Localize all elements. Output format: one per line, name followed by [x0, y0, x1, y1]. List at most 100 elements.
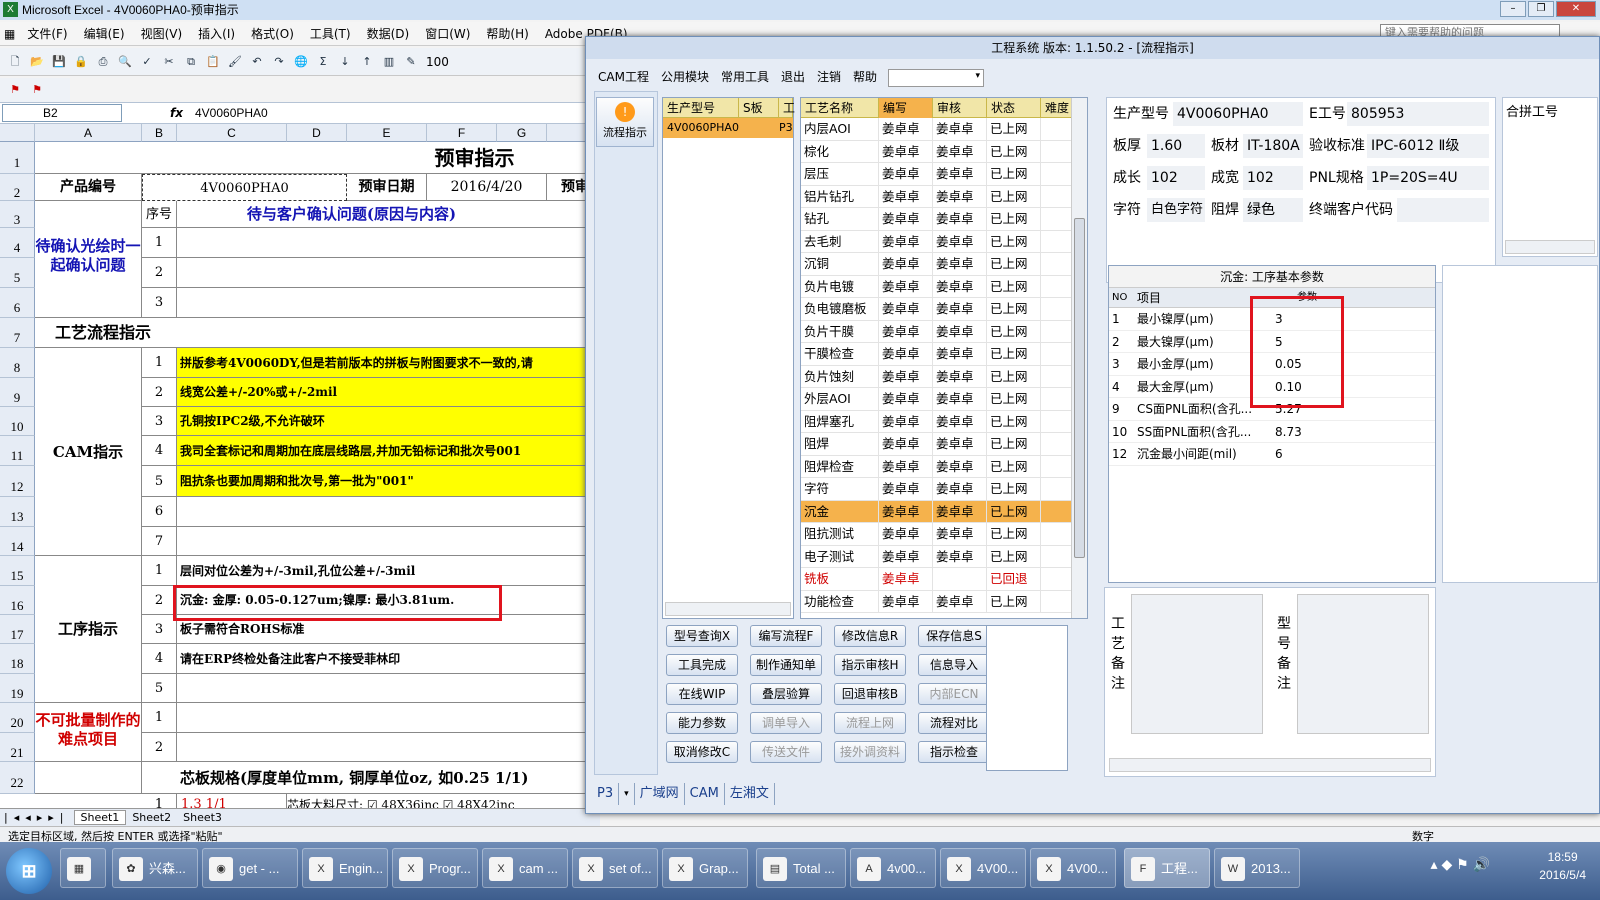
action-button[interactable]: 流程上网	[834, 712, 906, 734]
info-e-value[interactable]: 805953	[1347, 102, 1489, 126]
param-row[interactable]: 12 沉金最小间距(mil) 6	[1109, 443, 1435, 466]
cut-icon[interactable]: ✂	[160, 53, 178, 71]
row-header[interactable]: 20	[0, 703, 35, 733]
row-header[interactable]: 2	[0, 174, 35, 201]
sort-descending-icon[interactable]: ↑	[358, 53, 376, 71]
taskbar-button[interactable]: X Engin...	[302, 848, 388, 888]
process-row[interactable]: 沉铜 姜卓卓 姜卓卓 已上网	[801, 253, 1087, 276]
sort-ascending-icon[interactable]: ↓	[336, 53, 354, 71]
process-row[interactable]: 铣板 姜卓卓 已回退	[801, 568, 1087, 591]
col-header-b[interactable]: B	[142, 124, 177, 142]
taskbar-button[interactable]: X Grap...	[662, 848, 748, 888]
restore-button[interactable]: ❐	[1528, 1, 1554, 17]
action-button[interactable]: 编写流程F	[750, 625, 822, 647]
sheet-nav-arrows[interactable]: |◂◂▸▸|	[0, 811, 74, 824]
menu-view[interactable]: 视图(V)	[133, 22, 191, 46]
taskbar-button[interactable]: X 4V00...	[940, 848, 1026, 888]
taskbar-button[interactable]: F 工程...	[1124, 848, 1210, 888]
process-row[interactable]: 外层AOI 姜卓卓 姜卓卓 已上网	[801, 388, 1087, 411]
action-button[interactable]: 接外调资料	[834, 741, 906, 763]
action-button[interactable]: 内部ECN	[918, 683, 990, 705]
process-row[interactable]: 功能检查 姜卓卓 姜卓卓 已上网	[801, 590, 1087, 613]
eng-menu-public[interactable]: 公用模块	[655, 65, 715, 89]
chevron-down-icon[interactable]: ▾	[619, 783, 635, 805]
side-flow-button[interactable]: ! 流程指示	[596, 97, 654, 147]
row-header[interactable]: 7	[0, 318, 35, 348]
model-remark-input[interactable]	[1297, 594, 1429, 734]
eng-combo-select[interactable]: ▾	[888, 69, 984, 87]
process-row[interactable]: 内层AOI 姜卓卓 姜卓卓 已上网	[801, 118, 1087, 141]
menu-insert[interactable]: 插入(I)	[190, 22, 243, 46]
info-char-value[interactable]: 白色字符	[1147, 198, 1205, 222]
status-tab-user[interactable]: 左湘文	[725, 783, 775, 805]
status-tab-cam[interactable]: CAM	[685, 783, 725, 805]
col-header-g[interactable]: G	[497, 124, 547, 142]
action-button[interactable]: 修改信息R	[834, 625, 906, 647]
row-header[interactable]: 5	[0, 258, 35, 288]
system-tray[interactable]: ▴ ◆ ⚑ 🔊	[1431, 856, 1490, 873]
row-header[interactable]: 9	[0, 378, 35, 407]
row-header[interactable]: 6	[0, 288, 35, 318]
format-painter-icon[interactable]: 🖌	[226, 53, 244, 71]
workbook-icon[interactable]: ▦	[0, 22, 19, 46]
process-list[interactable]: 工艺名称 编写 审核 状态 难度 内层AOI 姜卓卓 姜卓卓 已上网 棕化 姜卓卓 姜卓卓已…	[800, 97, 1088, 619]
print-icon[interactable]: ⎙	[94, 53, 112, 71]
process-row[interactable]: 负片干膜 姜卓卓 姜卓卓 已上网	[801, 320, 1087, 343]
process-row[interactable]: 阻焊塞孔 姜卓卓 姜卓卓 已上网	[801, 410, 1087, 433]
clock[interactable]: 18:59 2016/5/4	[1539, 848, 1586, 884]
spelling-icon[interactable]: ✓	[138, 53, 156, 71]
row-header[interactable]: 10	[0, 407, 35, 436]
menu-window[interactable]: 窗口(W)	[417, 22, 478, 46]
merge-hscroll[interactable]	[1505, 240, 1595, 254]
sboard-col-header[interactable]: S板	[739, 97, 779, 118]
process-row[interactable]: 铝片钻孔 姜卓卓 姜卓卓 已上网	[801, 185, 1087, 208]
row-header[interactable]: 22	[0, 762, 35, 794]
name-box[interactable]: B2	[2, 104, 122, 122]
action-button[interactable]: 流程对比	[918, 712, 990, 734]
pending-item-2[interactable]	[177, 258, 600, 288]
col-header-f[interactable]: F	[427, 124, 497, 142]
zoom-select[interactable]: 100	[426, 55, 449, 69]
chart-icon[interactable]: ▥	[380, 53, 398, 71]
row-header[interactable]: 12	[0, 466, 35, 497]
action-button[interactable]: 传送文件	[750, 741, 822, 763]
drawing-icon[interactable]: ✎	[402, 53, 420, 71]
pdf-mail-icon[interactable]: ⚑	[28, 81, 46, 99]
param-value[interactable]: 6	[1271, 443, 1417, 465]
action-button[interactable]: 指示检查	[918, 741, 990, 763]
info-mask-value[interactable]: 绿色	[1243, 198, 1303, 222]
sheet-tab-2[interactable]: Sheet2	[126, 811, 177, 824]
model-list[interactable]: 生产型号 S板 工 4V0060PHA0 P3	[662, 97, 795, 619]
copy-icon[interactable]: ⧉	[182, 53, 200, 71]
col-header-e[interactable]: E	[347, 124, 427, 142]
process-row[interactable]: 阻焊 姜卓卓 姜卓卓 已上网	[801, 433, 1087, 456]
menu-edit[interactable]: 编辑(E)	[76, 22, 133, 46]
action-button[interactable]: 指示审核H	[834, 654, 906, 676]
param-row[interactable]: 10 SS面PNL面积(含孔... 8.73	[1109, 421, 1435, 443]
cam-item[interactable]: 线宽公差+/-20%或+/-2mil	[177, 378, 600, 407]
process-row[interactable]: 层压 姜卓卓 姜卓卓 已上网	[801, 163, 1087, 186]
proc-item[interactable]: 请在ERP终检处备注此客户不接受菲林印	[177, 644, 600, 674]
cam-item[interactable]: 阻抗条也要加周期和批次号,第一批为"001"	[177, 466, 600, 497]
product-value-cell[interactable]: 4V0060PHA0	[142, 174, 347, 201]
pending-item-1[interactable]	[177, 228, 600, 258]
status-tab-p3[interactable]: P3	[592, 783, 620, 805]
undo-icon[interactable]: ↶	[248, 53, 266, 71]
difficult-item-1[interactable]	[177, 703, 600, 733]
process-remark-input[interactable]	[1131, 594, 1263, 734]
sheet-tab-3[interactable]: Sheet3	[177, 811, 228, 824]
action-button[interactable]: 保存信息S	[918, 625, 990, 647]
cam-item[interactable]: 拼版参考4V0060DY,但是若前版本的拼板与附图要求不一致的,请	[177, 348, 600, 378]
info-mat-value[interactable]: IT-180A	[1243, 134, 1303, 158]
status-tab-wan[interactable]: 广域网	[635, 783, 685, 805]
process-row[interactable]: 负片电镀 姜卓卓 姜卓卓 已上网	[801, 275, 1087, 298]
taskbar-button[interactable]: ◉ get - ...	[202, 848, 298, 888]
info-len-value[interactable]: 102	[1147, 166, 1205, 190]
minimize-button[interactable]: –	[1500, 1, 1526, 17]
cam-item[interactable]: 我司全套标记和周期加在底层线路层,并加无铅标记和批次号001	[177, 436, 600, 466]
save-icon[interactable]: 💾	[50, 53, 68, 71]
action-button[interactable]: 调单导入	[750, 712, 822, 734]
start-button[interactable]: ⊞	[6, 848, 52, 894]
action-button[interactable]: 取消修改C	[666, 741, 738, 763]
action-button[interactable]: 制作通知单	[750, 654, 822, 676]
